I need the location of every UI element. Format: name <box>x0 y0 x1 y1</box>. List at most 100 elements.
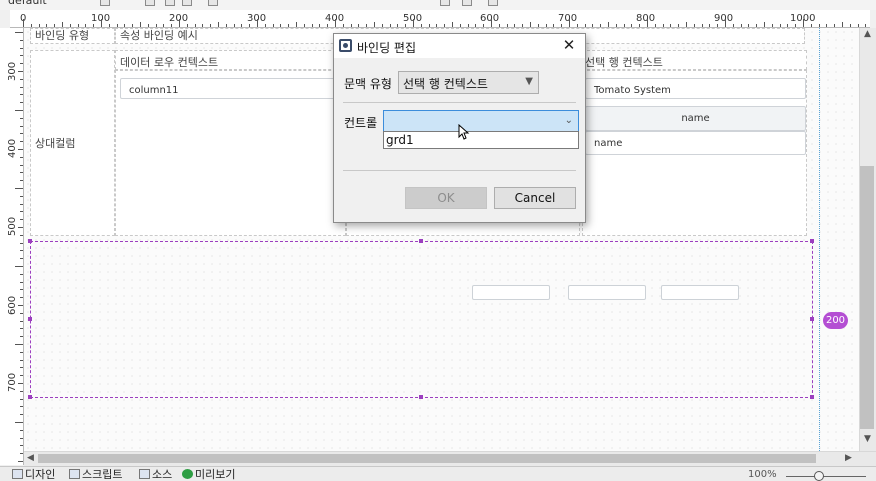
ruler-tick <box>20 156 23 158</box>
ruler-tick <box>18 383 23 384</box>
layout-icon[interactable] <box>462 0 472 6</box>
resize-handle[interactable] <box>28 395 32 399</box>
tab-source[interactable]: 소스 <box>139 468 172 481</box>
align-icon[interactable] <box>208 0 218 6</box>
tab-script[interactable]: 스크립트 <box>69 468 122 481</box>
empty-field[interactable] <box>568 285 646 300</box>
tomato-field[interactable]: Tomato System <box>585 78 806 99</box>
resize-handle[interactable] <box>810 395 814 399</box>
ruler-label: 800 <box>636 13 656 24</box>
ruler-tick <box>413 19 414 27</box>
resize-handle[interactable] <box>28 239 32 243</box>
resize-handle[interactable] <box>810 317 814 321</box>
ruler-tick <box>654 24 656 27</box>
column11-field[interactable]: column11 <box>120 78 346 99</box>
dialog-titlebar[interactable]: 바인딩 편집 ✕ <box>334 34 585 58</box>
data-row-context-cell[interactable]: 데이터 로우 컨텍스트 <box>115 50 346 70</box>
ruler-tick <box>194 24 196 27</box>
ruler-tick <box>693 24 695 27</box>
horizontal-scroll-thumb[interactable] <box>38 454 816 463</box>
divider <box>343 170 576 171</box>
ruler-tick <box>171 24 173 27</box>
ruler-tick <box>124 24 126 27</box>
ruler-tick <box>358 24 360 27</box>
ruler-tick <box>771 24 773 27</box>
ruler-tick <box>280 24 282 27</box>
ruler-tick <box>725 19 726 27</box>
cancel-button[interactable]: Cancel <box>494 187 576 209</box>
ruler-tick <box>20 133 23 135</box>
tab-script-label: 스크립트 <box>82 468 123 481</box>
empty-field[interactable] <box>661 285 739 300</box>
scroll-right-icon[interactable]: ▶ <box>845 453 852 463</box>
scroll-left-icon[interactable]: ◀ <box>27 453 34 463</box>
paste-icon[interactable] <box>165 0 175 6</box>
ruler-tick <box>101 19 102 27</box>
ruler-tick <box>20 211 23 213</box>
ruler-tick <box>506 24 508 27</box>
selected-row-context-cell[interactable]: 선택 행 컨텍스트 <box>582 50 807 70</box>
ruler-tick <box>20 375 23 377</box>
tool-icon[interactable] <box>100 0 110 6</box>
relative-column-cell[interactable]: 상대컬럼 <box>30 50 115 236</box>
selected-component[interactable] <box>28 239 814 399</box>
binding-type-cell[interactable]: 바인딩 유형 <box>30 28 115 44</box>
control-select[interactable]: ⌄ <box>383 110 579 132</box>
scroll-down-icon[interactable]: ▼ <box>864 434 871 444</box>
ruler-tick <box>803 19 804 27</box>
ruler-tick <box>826 24 828 27</box>
ruler-tick <box>311 24 313 27</box>
ruler-tick <box>20 390 23 392</box>
copy-icon[interactable] <box>145 0 155 6</box>
ruler-tick <box>662 24 664 27</box>
attr-example-label: 속성 바인딩 예시 <box>120 29 198 42</box>
ruler-tick <box>608 22 609 27</box>
tab-design-label: 디자인 <box>25 468 56 481</box>
ok-button[interactable]: OK <box>405 187 487 209</box>
ruler-tick <box>296 22 297 27</box>
tab-design[interactable]: 디자인 <box>12 468 55 481</box>
ruler-tick <box>18 149 23 150</box>
script-icon <box>69 469 80 479</box>
dataset-label[interactable]: default <box>8 0 47 7</box>
ruler-tick <box>576 24 578 27</box>
ruler-tick <box>20 351 23 353</box>
ruler-tick <box>810 24 812 27</box>
name-field[interactable]: name <box>585 131 806 155</box>
resize-handle[interactable] <box>419 395 423 399</box>
ruler-tick <box>303 24 305 27</box>
binding-edit-dialog: 바인딩 편집 ✕ 문맥 유형 선택 행 컨텍스트 ▼ 컨트롤 ⌄ grd1 OK… <box>333 33 586 223</box>
dropdown-option[interactable]: grd1 <box>386 133 414 147</box>
ruler-tick <box>553 24 555 27</box>
zoom-slider-knob[interactable] <box>814 471 824 481</box>
ruler-tick <box>241 24 243 27</box>
zoom-slider[interactable] <box>786 476 866 477</box>
grid-icon[interactable] <box>440 0 450 6</box>
arrange-icon[interactable] <box>488 0 498 6</box>
ruler-tick <box>202 24 204 27</box>
grid-header[interactable]: name <box>585 106 806 131</box>
resize-handle[interactable] <box>419 239 423 243</box>
ruler-tick <box>20 203 23 205</box>
ruler-tick <box>77 24 79 27</box>
format-icon[interactable] <box>182 0 192 6</box>
scroll-up-icon[interactable]: ▲ <box>864 29 871 39</box>
ruler-tick <box>514 24 516 27</box>
tab-preview[interactable]: 미리보기 <box>182 468 235 481</box>
ruler-tick <box>30 24 32 27</box>
resize-handle[interactable] <box>810 239 814 243</box>
ruler-tick <box>20 86 23 88</box>
ruler-tick <box>264 24 266 27</box>
ruler-tick <box>20 367 23 369</box>
context-type-select[interactable]: 선택 행 컨텍스트 ▼ <box>398 71 539 94</box>
ruler-tick <box>20 47 23 49</box>
ruler-tick <box>467 24 469 27</box>
vertical-scroll-thumb[interactable] <box>860 166 874 429</box>
vertical-ruler: 300 400 500 600 700 <box>0 28 24 465</box>
ruler-tick <box>20 258 23 260</box>
resize-handle[interactable] <box>28 317 32 321</box>
empty-field[interactable] <box>472 285 550 300</box>
ruler-tick <box>366 24 368 27</box>
close-icon[interactable]: ✕ <box>559 35 579 55</box>
ruler-tick <box>210 24 212 27</box>
